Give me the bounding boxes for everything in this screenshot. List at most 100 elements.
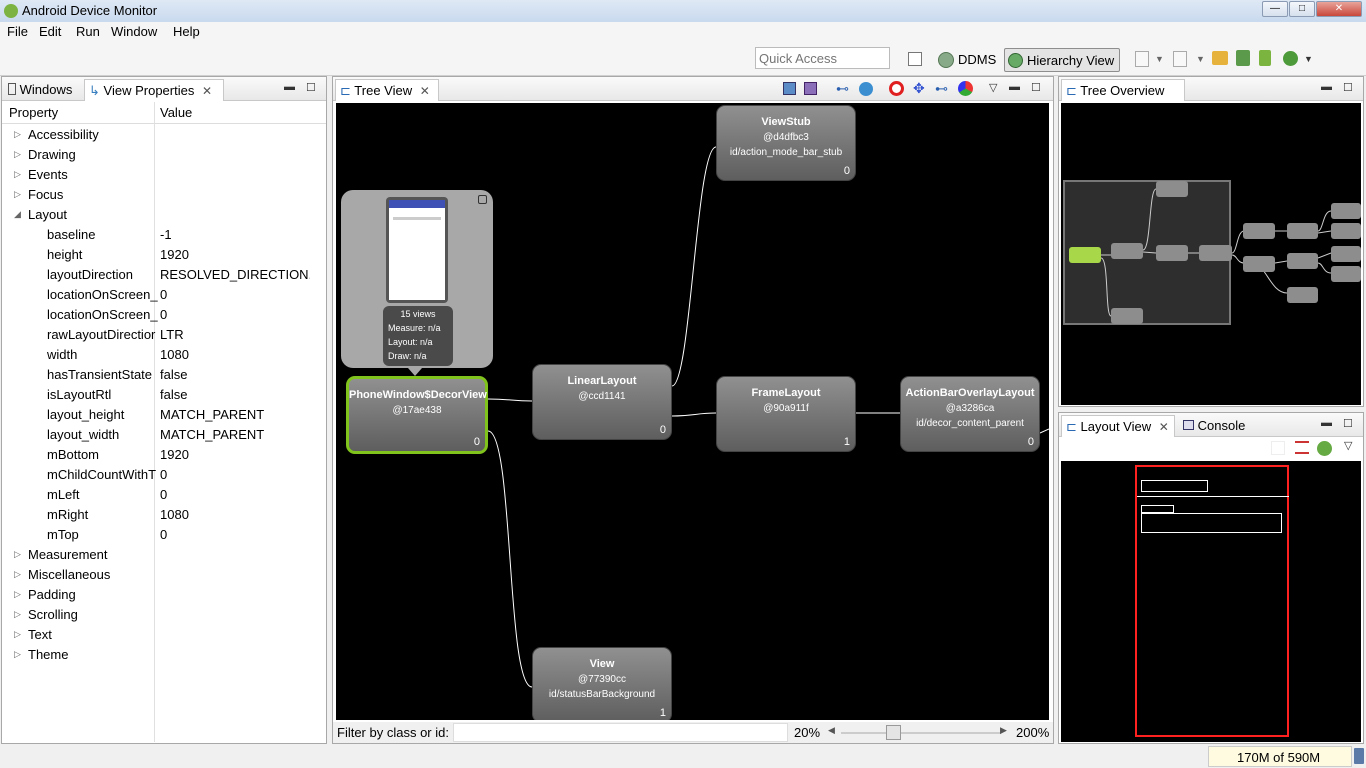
property-row[interactable]: rawLayoutDirectior LTR <box>2 325 327 345</box>
minimize-button[interactable]: — <box>1262 1 1288 17</box>
tree-node-linearlayout[interactable]: LinearLayout @ccd1141 0 <box>532 364 672 440</box>
property-row[interactable]: mChildCountWithT 0 <box>2 465 327 485</box>
hierarchy-view-perspective-button[interactable]: Hierarchy View <box>1004 48 1120 72</box>
layout-canvas[interactable] <box>1061 461 1361 742</box>
property-row[interactable]: isLayoutRtl false <box>2 385 327 405</box>
property-row[interactable]: locationOnScreen_ 0 <box>2 305 327 325</box>
property-row[interactable]: mTop 0 <box>2 525 327 545</box>
property-row[interactable]: mRight 1080 <box>2 505 327 525</box>
capture-layers-icon[interactable] <box>804 82 817 95</box>
save-png-icon[interactable] <box>783 82 796 95</box>
overview-canvas[interactable] <box>1061 103 1361 405</box>
tree-layout-icon[interactable]: ⊷ <box>836 81 849 97</box>
nav-forward-dropdown-icon[interactable]: ▼ <box>1196 54 1205 64</box>
close-icon[interactable]: ✕ <box>202 84 212 98</box>
property-row[interactable]: height 1920 <box>2 245 327 265</box>
property-category-row[interactable]: ▷ Measurement <box>2 545 327 565</box>
property-category-row[interactable]: ▷ Scrolling <box>2 605 327 625</box>
dump-hierarchy-icon[interactable]: ⊷ <box>935 81 948 97</box>
property-row[interactable]: layout_width MATCH_PARENT <box>2 425 327 445</box>
property-row[interactable]: baseline -1 <box>2 225 327 245</box>
menu-edit[interactable]: Edit <box>39 24 61 39</box>
collapsed-arrow-icon[interactable]: ▷ <box>14 629 21 640</box>
tree-node-decorview[interactable]: PhoneWindow$DecorView @17ae438 0 <box>346 376 488 454</box>
property-row[interactable]: width 1080 <box>2 345 327 365</box>
collapsed-arrow-icon[interactable]: ▷ <box>14 589 21 600</box>
zoom-slider-thumb[interactable] <box>886 725 901 740</box>
property-category-row[interactable]: ▷ Padding <box>2 585 327 605</box>
menu-file[interactable]: File <box>7 24 28 39</box>
property-row[interactable]: mLeft 0 <box>2 485 327 505</box>
tree-node-actionbaroverlaylayout[interactable]: ActionBarOverlayLayout @a3286ca id/decor… <box>900 376 1040 452</box>
tab-layout-view[interactable]: ⊏ Layout View ✕ <box>1061 415 1175 437</box>
property-row[interactable]: mBottom 1920 <box>2 445 327 465</box>
menu-window[interactable]: Window <box>111 24 157 39</box>
tab-tree-view[interactable]: ⊏ Tree View ✕ <box>335 79 439 101</box>
property-row[interactable]: locationOnScreen_ 0 <box>2 285 327 305</box>
tree-node-framelayout[interactable]: FrameLayout @90a911f 1 <box>716 376 856 452</box>
ddms-perspective-button[interactable]: DDMS <box>936 49 1000 71</box>
minimize-view-icon[interactable]: ▬ <box>1009 81 1020 93</box>
device-icon[interactable] <box>1259 50 1271 66</box>
globe-icon[interactable] <box>859 82 873 96</box>
collapsed-arrow-icon[interactable]: ▷ <box>14 609 21 620</box>
maximize-view-icon[interactable]: ☐ <box>306 81 316 94</box>
nav-forward-icon[interactable] <box>1173 51 1187 67</box>
invalidate-icon[interactable] <box>889 81 904 96</box>
close-icon[interactable]: ✕ <box>1159 420 1169 434</box>
quick-access-input[interactable] <box>755 47 890 69</box>
nav-back-dropdown-icon[interactable]: ▼ <box>1155 54 1164 64</box>
zoom-slider-track[interactable] <box>841 732 1001 734</box>
collapsed-arrow-icon[interactable]: ▷ <box>14 569 21 580</box>
view-menu-icon[interactable]: ▽ <box>989 81 997 94</box>
collapsed-arrow-icon[interactable]: ▷ <box>14 189 21 200</box>
zoom-left-arrow-icon[interactable]: ◀ <box>828 725 835 736</box>
menu-help[interactable]: Help <box>173 24 200 39</box>
zoom-right-arrow-icon[interactable]: ▶ <box>1000 725 1007 736</box>
minimize-view-icon[interactable]: ▬ <box>1321 417 1332 429</box>
property-category-row[interactable]: ▷ Theme <box>2 645 327 665</box>
preview-expand-icon[interactable] <box>478 195 487 204</box>
close-window-button[interactable]: ✕ <box>1316 1 1362 17</box>
col-property-header[interactable]: Property <box>9 105 58 120</box>
property-category-row[interactable]: ▷ Focus <box>2 185 327 205</box>
heap-status[interactable]: 170M of 590M <box>1208 746 1352 767</box>
maximize-view-icon[interactable]: ☐ <box>1343 417 1353 430</box>
minimize-view-icon[interactable]: ▬ <box>284 81 295 93</box>
property-row[interactable]: hasTransientState false <box>2 365 327 385</box>
col-value-header[interactable]: Value <box>160 105 192 120</box>
color-overlay-icon[interactable] <box>958 81 973 96</box>
collapsed-arrow-icon[interactable]: ▷ <box>14 649 21 660</box>
maximize-view-icon[interactable]: ☐ <box>1031 81 1041 94</box>
property-row[interactable]: layout_height MATCH_PARENT <box>2 405 327 425</box>
collapsed-arrow-icon[interactable]: ▷ <box>14 549 21 560</box>
refresh-icon[interactable] <box>1317 441 1332 456</box>
expanded-arrow-icon[interactable]: ◢ <box>14 209 21 220</box>
property-category-row[interactable]: ◢ Layout <box>2 205 327 225</box>
property-category-row[interactable]: ▷ Events <box>2 165 327 185</box>
request-layout-icon[interactable]: ✥ <box>913 80 925 97</box>
run-dropdown-icon[interactable]: ▼ <box>1304 54 1313 64</box>
menu-run[interactable]: Run <box>76 24 100 39</box>
load-view-hierarchy-icon[interactable] <box>1212 51 1228 65</box>
nav-back-icon[interactable] <box>1135 51 1149 67</box>
collapsed-arrow-icon[interactable]: ▷ <box>14 129 21 140</box>
collapsed-arrow-icon[interactable]: ▷ <box>14 169 21 180</box>
view-menu-icon[interactable]: ▽ <box>1344 439 1352 452</box>
close-icon[interactable]: ✕ <box>420 84 430 98</box>
tree-canvas[interactable]: 15 views Measure: n/a Layout: n/a Draw: … <box>336 103 1049 720</box>
filter-input[interactable] <box>453 723 788 742</box>
maximize-button[interactable]: □ <box>1289 1 1315 17</box>
property-category-row[interactable]: ▷ Accessibility <box>2 125 327 145</box>
trash-icon[interactable] <box>1354 748 1364 764</box>
tree-node-view[interactable]: View @77390cc id/statusBarBackground 1 <box>532 647 672 720</box>
property-category-row[interactable]: ▷ Miscellaneous <box>2 565 327 585</box>
open-perspective-icon[interactable] <box>908 52 922 66</box>
maximize-view-icon[interactable]: ☐ <box>1343 81 1353 94</box>
tab-view-properties[interactable]: ↳ View Properties ✕ <box>84 79 224 101</box>
tab-tree-overview[interactable]: ⊏ Tree Overview ✕ <box>1061 79 1185 114</box>
property-category-row[interactable]: ▷ Drawing <box>2 145 327 165</box>
run-icon[interactable] <box>1283 51 1298 66</box>
tab-windows[interactable]: Windows <box>4 79 76 101</box>
white-background-icon[interactable] <box>1271 441 1285 455</box>
